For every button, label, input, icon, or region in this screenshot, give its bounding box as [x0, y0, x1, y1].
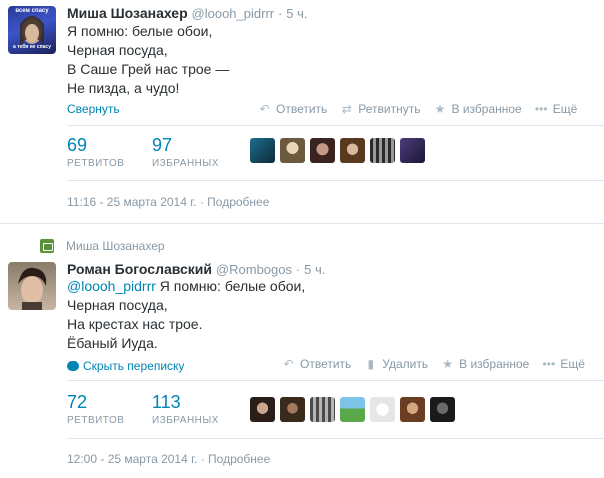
- tweet-actions: ↶ Ответить ▮ Удалить ★ В избранное ••• Е…: [282, 357, 585, 371]
- delete-button[interactable]: ▮ Удалить: [364, 357, 428, 371]
- divider: [67, 380, 604, 381]
- retweeter-avatar[interactable]: [430, 397, 455, 422]
- favorites-label: ИЗБРАННЫХ: [152, 415, 219, 426]
- tweet-timestamp[interactable]: 12:00 - 25 марта 2014 г.: [67, 452, 197, 466]
- author-username[interactable]: @Rombogos: [216, 262, 292, 277]
- retweeter-avatar[interactable]: [280, 397, 305, 422]
- star-icon: ★: [442, 357, 453, 371]
- retweeter-avatar[interactable]: [340, 397, 365, 422]
- hide-conversation-label: Скрыть переписку: [83, 359, 185, 373]
- tweet-line-rest: Я помню: белые обои,: [155, 278, 306, 294]
- retweeter-avatar[interactable]: [400, 397, 425, 422]
- more-icon: •••: [542, 357, 556, 371]
- tweet-line: @loooh_pidrrr Я помню: белые обои,: [67, 277, 305, 296]
- favorite-button[interactable]: ★ В избранное: [441, 357, 529, 371]
- tweet-text: @loooh_pidrrr Я помню: белые обои, Черна…: [67, 277, 305, 353]
- trash-icon: ▮: [367, 357, 375, 371]
- avatar[interactable]: [8, 262, 56, 310]
- retweets-stat[interactable]: 72 РЕТВИТОВ: [67, 392, 124, 426]
- retweets-count: 72: [67, 392, 88, 412]
- separator-dot: ·: [200, 452, 205, 466]
- speech-bubble-icon: [67, 361, 79, 371]
- favorites-count: 113: [152, 392, 181, 412]
- retweets-label: РЕТВИТОВ: [67, 415, 125, 426]
- divider: [67, 438, 604, 439]
- tweet-time[interactable]: 5 ч.: [304, 262, 325, 277]
- retweeted-by-name[interactable]: Миша Шозанахер: [66, 239, 165, 253]
- retweeter-avatar[interactable]: [310, 397, 335, 422]
- retweet-badge-icon: [40, 239, 54, 253]
- retweeted-by: Миша Шозанахер: [40, 239, 165, 253]
- delete-label: Удалить: [382, 357, 429, 371]
- more-label: Ещё: [560, 357, 585, 371]
- tweet-line: Ёбаный Иуда.: [67, 335, 158, 351]
- author-name[interactable]: Роман Богославский: [67, 261, 212, 277]
- reply-icon: ↶: [283, 357, 294, 371]
- retweeter-avatars: [250, 397, 460, 422]
- tweet-header: Роман Богославский @Rombogos · 5 ч.: [67, 261, 325, 277]
- tweet-line: На крестах нас трое.: [67, 316, 203, 332]
- more-button[interactable]: ••• Ещё: [542, 357, 585, 371]
- favorite-label: В избранное: [459, 357, 530, 371]
- favorites-stat[interactable]: 113 ИЗБРАННЫХ: [152, 392, 219, 426]
- mention-link[interactable]: @loooh_pidrrr: [67, 278, 156, 294]
- retweeter-avatar[interactable]: [370, 397, 395, 422]
- separator-dot: ·: [295, 262, 301, 277]
- hide-conversation-link[interactable]: Скрыть переписку: [67, 359, 184, 373]
- details-link[interactable]: Подробнее: [208, 452, 270, 466]
- reply-label: Ответить: [300, 357, 352, 371]
- retweeter-avatar[interactable]: [250, 397, 275, 422]
- reply-button[interactable]: ↶ Ответить: [282, 357, 351, 371]
- tweet-line: Черная посуда,: [67, 297, 168, 313]
- tweet-meta: 12:00 - 25 марта 2014 г. · Подробнее: [67, 452, 270, 466]
- tweet-2: Миша Шозанахер Роман Богославский @Rombo…: [0, 0, 604, 478]
